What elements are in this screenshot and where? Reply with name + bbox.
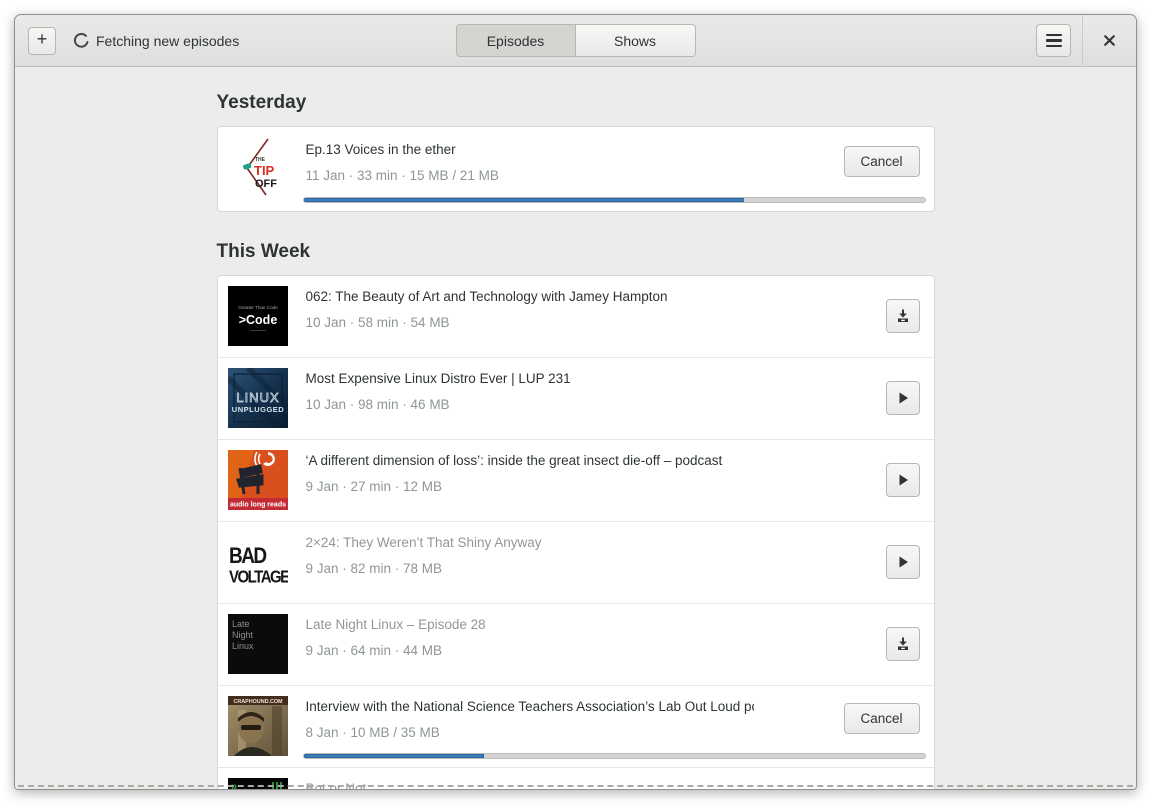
episode-row[interactable]: Greater Than Code >Code 062: The Beauty … xyxy=(218,276,934,357)
cancel-download-button[interactable]: Cancel xyxy=(843,703,920,734)
download-icon xyxy=(897,637,908,650)
section-title-this-week: This Week xyxy=(216,241,311,262)
svg-text:>Code: >Code xyxy=(238,313,277,327)
svg-text:CRAPHOUND.COM: CRAPHOUND.COM xyxy=(233,699,283,705)
status-text: Fetching new episodes xyxy=(96,32,240,49)
download-episode-button[interactable] xyxy=(885,627,920,661)
svg-text:VOLTAGE: VOLTAGE xyxy=(229,566,288,587)
craphound-cover: CRAPHOUND.COM xyxy=(227,696,288,756)
episode-meta: 9 Jan · 82 min · 78 MB xyxy=(305,561,443,576)
svg-text:Night: Night xyxy=(232,630,254,640)
menu-button[interactable] xyxy=(1036,24,1071,57)
play-episode-button[interactable] xyxy=(885,545,920,579)
this-week-frame: Greater Than Code >Code 062: The Beauty … xyxy=(216,275,935,789)
episode-meta: 11 Jan · 33 min · 15 MB / 21 MB xyxy=(305,168,499,183)
header-separator xyxy=(1082,15,1083,67)
linux-unplugged-cover: LINUX UNPLUGGED xyxy=(227,368,288,428)
section-title-yesterday: Yesterday xyxy=(216,92,307,113)
download-episode-button[interactable] xyxy=(885,299,920,333)
close-button[interactable] xyxy=(1095,27,1123,55)
headerbar: + Fetching new episodes Episodes Shows xyxy=(15,15,1136,67)
tab-shows[interactable]: Shows xyxy=(575,24,696,57)
episode-meta: 9 Jan · 64 min · 44 MB xyxy=(305,643,443,658)
episode-title: Ep.13 Voices in the ether xyxy=(305,142,456,157)
episode-title: Interview with the National Science Teac… xyxy=(305,699,754,714)
yesterday-frame: THE TIP OFF Ep.13 Voices in the ether 11… xyxy=(216,126,935,212)
episode-meta: 10 Jan · 98 min · 46 MB xyxy=(305,397,450,412)
play-icon xyxy=(899,556,908,568)
episode-meta: 9 Jan · 27 min · 12 MB xyxy=(305,479,443,494)
download-progressbar xyxy=(302,197,926,203)
episode-meta: 8 Jan · 10 MB / 35 MB xyxy=(305,725,440,740)
svg-text:BAD: BAD xyxy=(229,544,266,569)
greater-than-code-cover: Greater Than Code >Code xyxy=(227,286,288,346)
svg-text:TIP: TIP xyxy=(254,163,275,178)
svg-text:UNPLUGGED: UNPLUGGED xyxy=(231,405,284,414)
episodes-column: Yesterday THE TIP OFF Ep.13 Voices in th… xyxy=(216,68,935,789)
episode-title: 2×24: They Weren’t That Shiny Anyway xyxy=(305,535,542,550)
tab-episodes[interactable]: Episodes xyxy=(455,24,576,57)
play-episode-button[interactable] xyxy=(885,463,920,497)
svg-text:Linux: Linux xyxy=(232,641,254,651)
tip-off-cover: THE TIP OFF xyxy=(227,137,288,197)
progress-fill xyxy=(303,198,745,202)
download-icon xyxy=(897,309,908,322)
episode-row[interactable]: LINUX UNPLUGGED Most Expensive Linux Dis… xyxy=(217,357,934,439)
progress-fill xyxy=(303,754,484,758)
bad-voltage-cover: BAD VOLTAGE xyxy=(227,532,288,592)
svg-text:audio long reads: audio long reads xyxy=(229,502,285,509)
app-window: + Fetching new episodes Episodes Shows Y… xyxy=(14,14,1137,790)
scroll-undershoot-indicator xyxy=(18,785,1133,787)
play-icon xyxy=(899,474,908,486)
svg-text:Late: Late xyxy=(232,619,250,629)
episode-title: Late Night Linux – Episode 28 xyxy=(305,617,486,632)
svg-text:Greater Than Code: Greater Than Code xyxy=(238,305,278,310)
play-episode-button[interactable] xyxy=(885,381,920,415)
episode-row[interactable]: BAD VOLTAGE 2×24: They Weren’t That Shin… xyxy=(217,521,934,603)
view-switcher: Episodes Shows xyxy=(455,24,696,57)
hamburger-icon xyxy=(1045,31,1062,51)
episode-title: 062: The Beauty of Art and Technology wi… xyxy=(305,289,668,304)
irl-cover: » IRL xyxy=(227,778,288,789)
episode-meta: 10 Jan · 58 min · 54 MB xyxy=(305,315,450,330)
header-right xyxy=(1036,15,1123,67)
episode-row[interactable]: audio long reads ‘A different dimension … xyxy=(217,439,934,521)
play-icon xyxy=(899,392,908,404)
svg-text:LINUX: LINUX xyxy=(236,390,279,405)
episode-row[interactable]: THE TIP OFF Ep.13 Voices in the ether 11… xyxy=(218,127,934,211)
episode-title: Most Expensive Linux Distro Ever | LUP 2… xyxy=(305,371,571,386)
window-close-icon xyxy=(1103,35,1115,46)
svg-text:OFF: OFF xyxy=(255,178,277,190)
spinner-icon xyxy=(73,32,90,49)
download-progressbar xyxy=(302,753,926,759)
audio-long-reads-cover: audio long reads xyxy=(227,450,288,510)
episode-row[interactable]: Late Night Linux Late Night Linux – Epis… xyxy=(217,603,934,685)
episode-row[interactable]: CRAPHOUND.COM Interview with the Nationa… xyxy=(217,685,934,767)
cancel-download-button[interactable]: Cancel xyxy=(843,146,920,177)
episode-title: ‘A different dimension of loss’: inside … xyxy=(305,453,723,468)
add-podcast-button[interactable]: + xyxy=(28,26,56,55)
episodes-view: Yesterday THE TIP OFF Ep.13 Voices in th… xyxy=(15,68,1136,789)
late-night-linux-cover: Late Night Linux xyxy=(227,614,288,674)
